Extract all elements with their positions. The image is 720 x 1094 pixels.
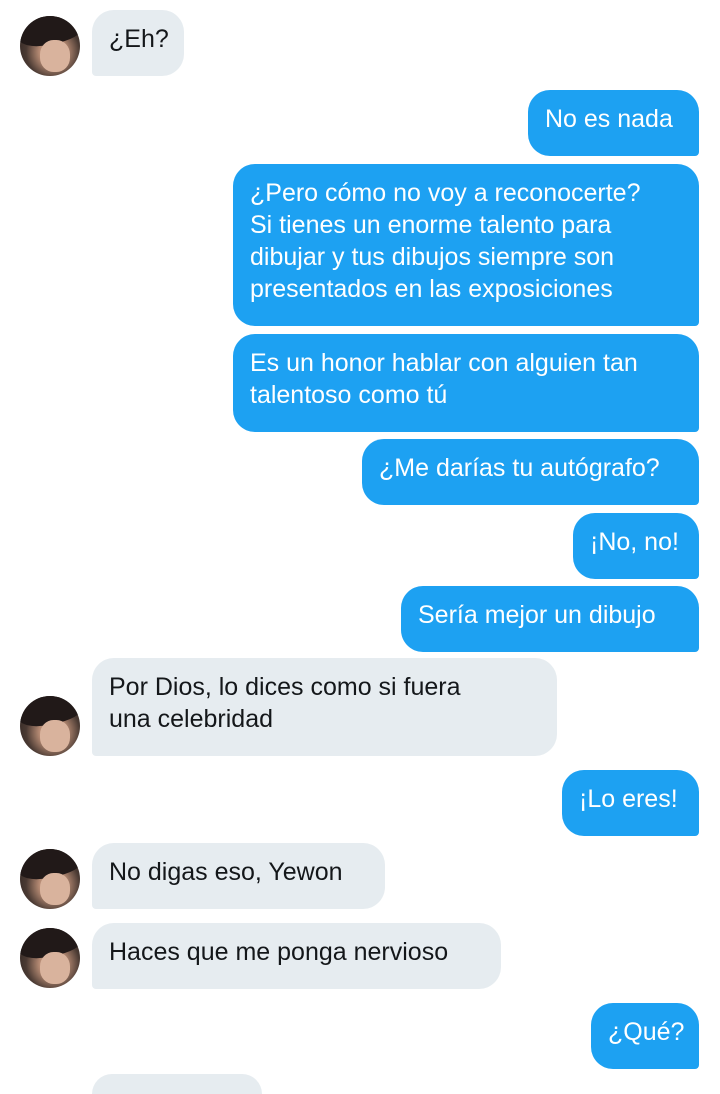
- received-message[interactable]: Por Dios, lo dices como si fuera una cel…: [92, 658, 557, 756]
- received-message-partial: [92, 1074, 262, 1094]
- sent-message[interactable]: ¿Qué?: [591, 1003, 699, 1069]
- avatar-face: [40, 40, 70, 72]
- received-message[interactable]: No digas eso, Yewon: [92, 843, 385, 909]
- contact-avatar[interactable]: [20, 696, 80, 756]
- sent-message[interactable]: ¡Lo eres!: [562, 770, 699, 836]
- sent-message[interactable]: ¿Pero cómo no voy a reconocerte? Si tien…: [233, 164, 699, 326]
- received-message[interactable]: ¿Eh?: [92, 10, 184, 76]
- avatar-face: [40, 720, 70, 752]
- received-message[interactable]: Haces que me ponga nervioso: [92, 923, 501, 989]
- sent-message[interactable]: ¡No, no!: [573, 513, 699, 579]
- contact-avatar[interactable]: [20, 928, 80, 988]
- avatar-face: [40, 952, 70, 984]
- contact-avatar[interactable]: [20, 16, 80, 76]
- sent-message[interactable]: Sería mejor un dibujo: [401, 586, 699, 652]
- sent-message[interactable]: Es un honor hablar con alguien tan talen…: [233, 334, 699, 432]
- contact-avatar[interactable]: [20, 849, 80, 909]
- sent-message[interactable]: No es nada: [528, 90, 699, 156]
- avatar-face: [40, 873, 70, 905]
- sent-message[interactable]: ¿Me darías tu autógrafo?: [362, 439, 699, 505]
